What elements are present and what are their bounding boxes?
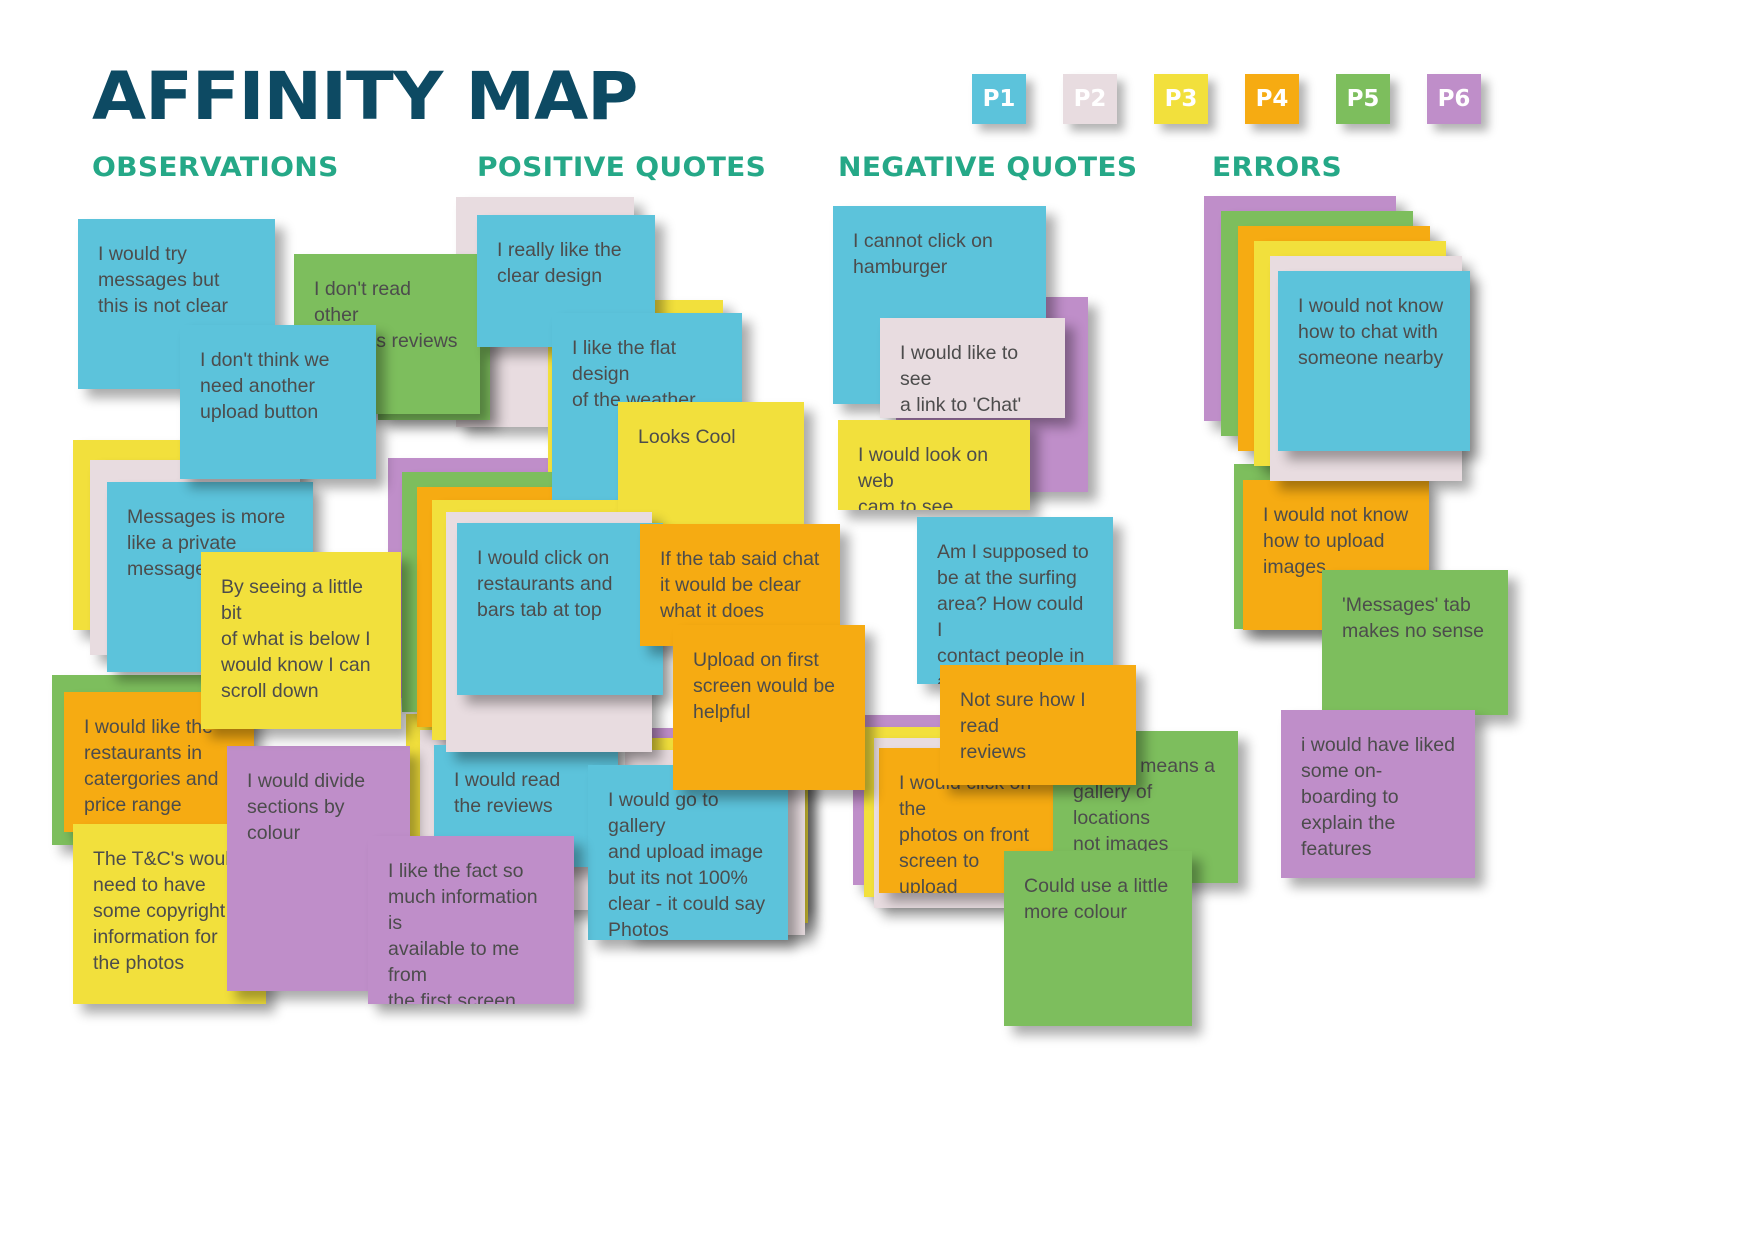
column-heading-negative-quotes: NEGATIVE QUOTES <box>838 152 1138 183</box>
sticky-note[interactable]: By seeing a little bit of what is below … <box>201 552 401 729</box>
sticky-note[interactable]: Could use a little more colour <box>1004 851 1192 1026</box>
sticky-note[interactable]: I like the fact so much information is a… <box>368 836 574 1004</box>
sticky-note[interactable]: I don't think we need another upload but… <box>180 325 376 479</box>
legend-chip-p4[interactable]: P4 <box>1245 74 1299 124</box>
legend-chip-p5[interactable]: P5 <box>1336 74 1390 124</box>
legend-chip-p6[interactable]: P6 <box>1427 74 1481 124</box>
legend-chip-p3[interactable]: P3 <box>1154 74 1208 124</box>
sticky-note[interactable]: I would like to see a link to 'Chat' not… <box>880 318 1065 418</box>
sticky-note[interactable]: Not sure how I read reviews <box>940 665 1136 785</box>
sticky-note[interactable]: I would click on restaurants and bars ta… <box>457 523 663 695</box>
column-heading-errors: ERRORS <box>1212 152 1343 183</box>
sticky-note[interactable]: Upload on first screen would be helpful <box>673 625 865 790</box>
legend-chip-p2[interactable]: P2 <box>1063 74 1117 124</box>
participant-legend: P1 P2 P3 P4 P5 P6 <box>972 74 1481 124</box>
sticky-note[interactable]: I would go to gallery and upload image b… <box>588 765 788 940</box>
column-heading-positive-quotes: POSITIVE QUOTES <box>477 152 767 183</box>
sticky-note[interactable]: i would have liked some on-boarding to e… <box>1281 710 1475 878</box>
sticky-note[interactable]: Am I supposed to be at the surfing area?… <box>917 517 1113 684</box>
sticky-note[interactable]: I would not know how to chat with someon… <box>1278 271 1470 451</box>
sticky-note[interactable]: I would look on web cam to see who is th… <box>838 420 1030 510</box>
legend-chip-p1[interactable]: P1 <box>972 74 1026 124</box>
affinity-map-board: AFFINITY MAP P1 P2 P3 P4 P5 P6 OBSERVATIONS PO… <box>0 0 1754 1240</box>
column-heading-observations: OBSERVATIONS <box>92 152 339 183</box>
sticky-note[interactable]: 'Messages' tab makes no sense <box>1322 570 1508 715</box>
page-title: AFFINITY MAP <box>92 58 638 135</box>
